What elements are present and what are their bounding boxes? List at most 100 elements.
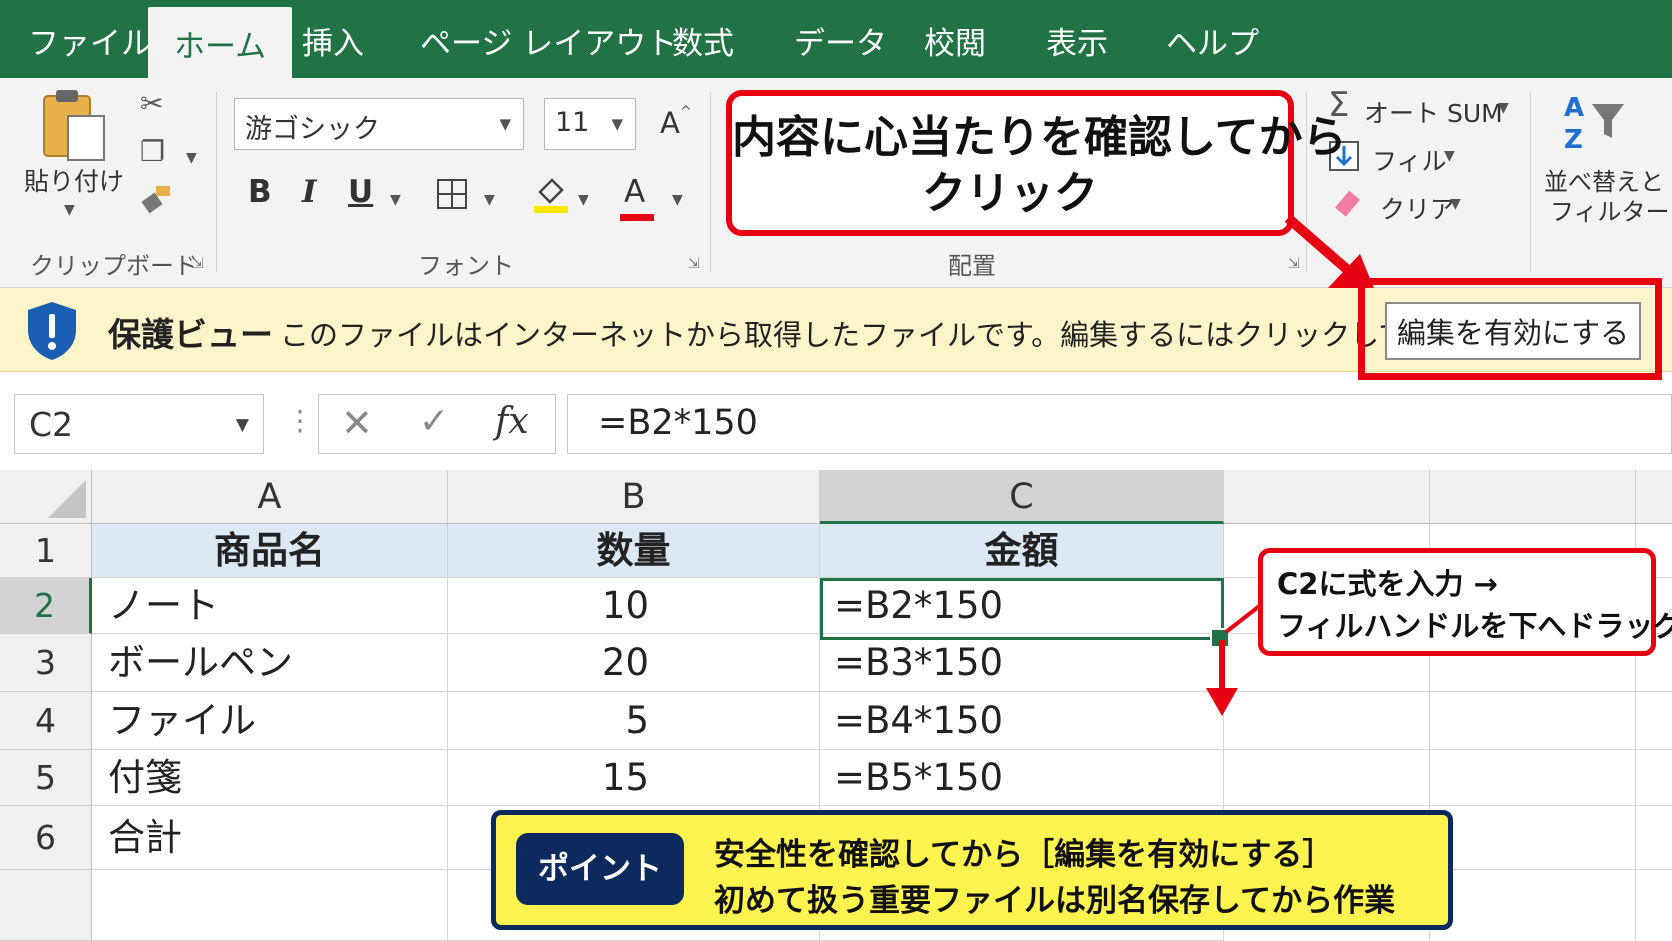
clear-button[interactable]: クリア xyxy=(1380,190,1455,226)
point-note: ポイント 安全性を確認してから［編集を有効にする］ 初めて扱う重要ファイルは別名… xyxy=(491,810,1453,930)
tab-help[interactable]: ヘルプ xyxy=(1166,0,1259,78)
fill-color-icon[interactable] xyxy=(532,174,570,219)
name-box[interactable]: C2 ▼ xyxy=(14,394,264,454)
tab-view[interactable]: 表示 xyxy=(1046,0,1108,78)
formula-value: =B2*150 xyxy=(598,403,758,443)
row-header-1[interactable]: 1 xyxy=(0,524,92,578)
row-header-7[interactable] xyxy=(0,870,92,941)
cell-b5[interactable]: 15 xyxy=(448,750,820,806)
font-launcher-icon[interactable]: ⇲ xyxy=(688,256,700,272)
formula-input[interactable]: =B2*150 xyxy=(567,394,1672,454)
font-color-dropdown-icon[interactable]: ▼ xyxy=(672,192,683,208)
cell-a6[interactable]: 合計 xyxy=(92,806,448,870)
cell-a1[interactable]: 商品名 xyxy=(92,524,448,578)
font-color-button[interactable]: A xyxy=(624,174,645,210)
underline-dropdown-icon[interactable]: ▼ xyxy=(390,192,401,208)
font-size-combo[interactable]: 11 ▼ xyxy=(544,98,636,150)
paste-dropdown-icon[interactable]: ▼ xyxy=(64,202,75,218)
name-box-value: C2 xyxy=(29,405,74,444)
row-header-6[interactable]: 6 xyxy=(0,806,92,870)
fill-color-dropdown-icon[interactable]: ▼ xyxy=(578,192,589,208)
row-header-3[interactable]: 3 xyxy=(0,634,92,692)
cell-a2[interactable]: ノート xyxy=(92,578,448,634)
cell-b4[interactable]: 5 xyxy=(448,692,820,750)
tab-formulas[interactable]: 数式 xyxy=(672,0,734,78)
tab-review[interactable]: 校閲 xyxy=(924,0,986,78)
border-icon[interactable] xyxy=(436,178,468,215)
group-separator xyxy=(216,92,217,272)
group-separator xyxy=(1530,92,1531,272)
column-header-c[interactable]: C xyxy=(820,470,1224,524)
autosum-dropdown-icon[interactable]: ▼ xyxy=(1498,100,1509,116)
tab-data[interactable]: データ xyxy=(794,0,887,78)
gridline xyxy=(1224,749,1672,750)
fill-button[interactable]: フィル xyxy=(1372,142,1447,178)
row-header-5[interactable]: 5 xyxy=(0,750,92,806)
clear-dropdown-icon[interactable]: ▼ xyxy=(1450,196,1461,212)
insert-function-icon[interactable]: fx xyxy=(495,401,529,442)
border-dropdown-icon[interactable]: ▼ xyxy=(484,192,495,208)
sort-filter-icon[interactable]: A Z xyxy=(1562,90,1628,157)
drag-down-arrow-icon xyxy=(1206,640,1238,716)
tab-insert[interactable]: 挿入 xyxy=(302,0,364,78)
cell-a4[interactable]: ファイル xyxy=(92,692,448,750)
column-header-d[interactable] xyxy=(1224,470,1430,524)
cell-b2[interactable]: 10 xyxy=(448,578,820,634)
column-header-a[interactable]: A xyxy=(92,470,448,524)
autosum-button[interactable]: オート SUM xyxy=(1364,94,1503,130)
column-header-b[interactable]: B xyxy=(448,470,820,524)
cell-c3[interactable]: =B3*150 xyxy=(820,634,1224,692)
font-name-value: 游ゴシック xyxy=(245,114,380,145)
select-all-corner[interactable] xyxy=(0,470,92,524)
cell-a3[interactable]: ボールペン xyxy=(92,634,448,692)
font-group-label: フォント xyxy=(418,252,514,280)
column-header-f[interactable] xyxy=(1636,470,1672,524)
clipboard-launcher-icon[interactable]: ⇲ xyxy=(192,256,204,272)
paste-button-label[interactable]: 貼り付け xyxy=(24,162,124,198)
row-header-4[interactable]: 4 xyxy=(0,692,92,750)
cell-a7[interactable] xyxy=(92,870,448,941)
alignment-group-label: 配置 xyxy=(948,252,996,280)
underline-button[interactable]: U xyxy=(348,174,373,210)
cell-b1[interactable]: 数量 xyxy=(448,524,820,578)
cell-c4[interactable]: =B4*150 xyxy=(820,692,1224,750)
tab-home[interactable]: ホーム xyxy=(148,7,293,78)
format-painter-icon[interactable] xyxy=(140,184,174,219)
check-icon[interactable]: ✓ xyxy=(419,401,449,442)
column-header-e[interactable] xyxy=(1430,470,1636,524)
callout-right-line1: C2に式を入力 → xyxy=(1277,567,1498,601)
formula-buttons: ✕ ✓ fx xyxy=(318,394,556,454)
shield-icon xyxy=(28,302,76,360)
gridline xyxy=(1224,805,1672,806)
cell-b3[interactable]: 20 xyxy=(448,634,820,692)
protected-view-title: 保護ビュー xyxy=(108,315,273,354)
chevron-down-icon: ▼ xyxy=(499,115,511,133)
copy-icon[interactable]: ❐ xyxy=(140,138,165,166)
row-header-2[interactable]: 2 xyxy=(0,578,92,634)
tab-page-layout[interactable]: ページ レイアウト xyxy=(420,0,677,78)
point-line1: 安全性を確認してから［編集を有効にする］ xyxy=(714,837,1334,873)
chevron-down-icon: ▼ xyxy=(611,115,623,133)
paste-icon[interactable] xyxy=(40,86,110,169)
callout-confirm-before-click: 内容に心当たりを確認してから クリック xyxy=(726,90,1347,236)
enable-editing-button[interactable]: 編集を有効にする xyxy=(1385,302,1641,360)
chevron-down-icon: ▼ xyxy=(235,415,249,435)
gridline xyxy=(1224,691,1672,692)
cancel-icon[interactable]: ✕ xyxy=(341,401,373,445)
point-badge: ポイント xyxy=(516,833,684,905)
tab-file[interactable]: ファイル xyxy=(28,0,152,78)
font-name-combo[interactable]: 游ゴシック ▼ xyxy=(234,98,524,150)
cut-icon[interactable]: ✂ xyxy=(140,90,163,118)
svg-text:Z: Z xyxy=(1564,125,1583,152)
fill-dropdown-icon[interactable]: ▼ xyxy=(1444,148,1455,164)
cell-c5[interactable]: =B5*150 xyxy=(820,750,1224,806)
copy-dropdown-icon[interactable]: ▼ xyxy=(186,150,197,166)
cell-a5[interactable]: 付箋 xyxy=(92,750,448,806)
italic-button[interactable]: I xyxy=(302,174,317,210)
sort-filter-label-2[interactable]: フィルター xyxy=(1550,192,1670,227)
formula-bar-grip-icon[interactable]: ⋮ xyxy=(286,404,314,437)
grow-font-button[interactable]: A xyxy=(660,106,680,140)
svg-text:A: A xyxy=(1564,93,1584,123)
cell-c1[interactable]: 金額 xyxy=(820,524,1224,578)
bold-button[interactable]: B xyxy=(248,174,272,210)
